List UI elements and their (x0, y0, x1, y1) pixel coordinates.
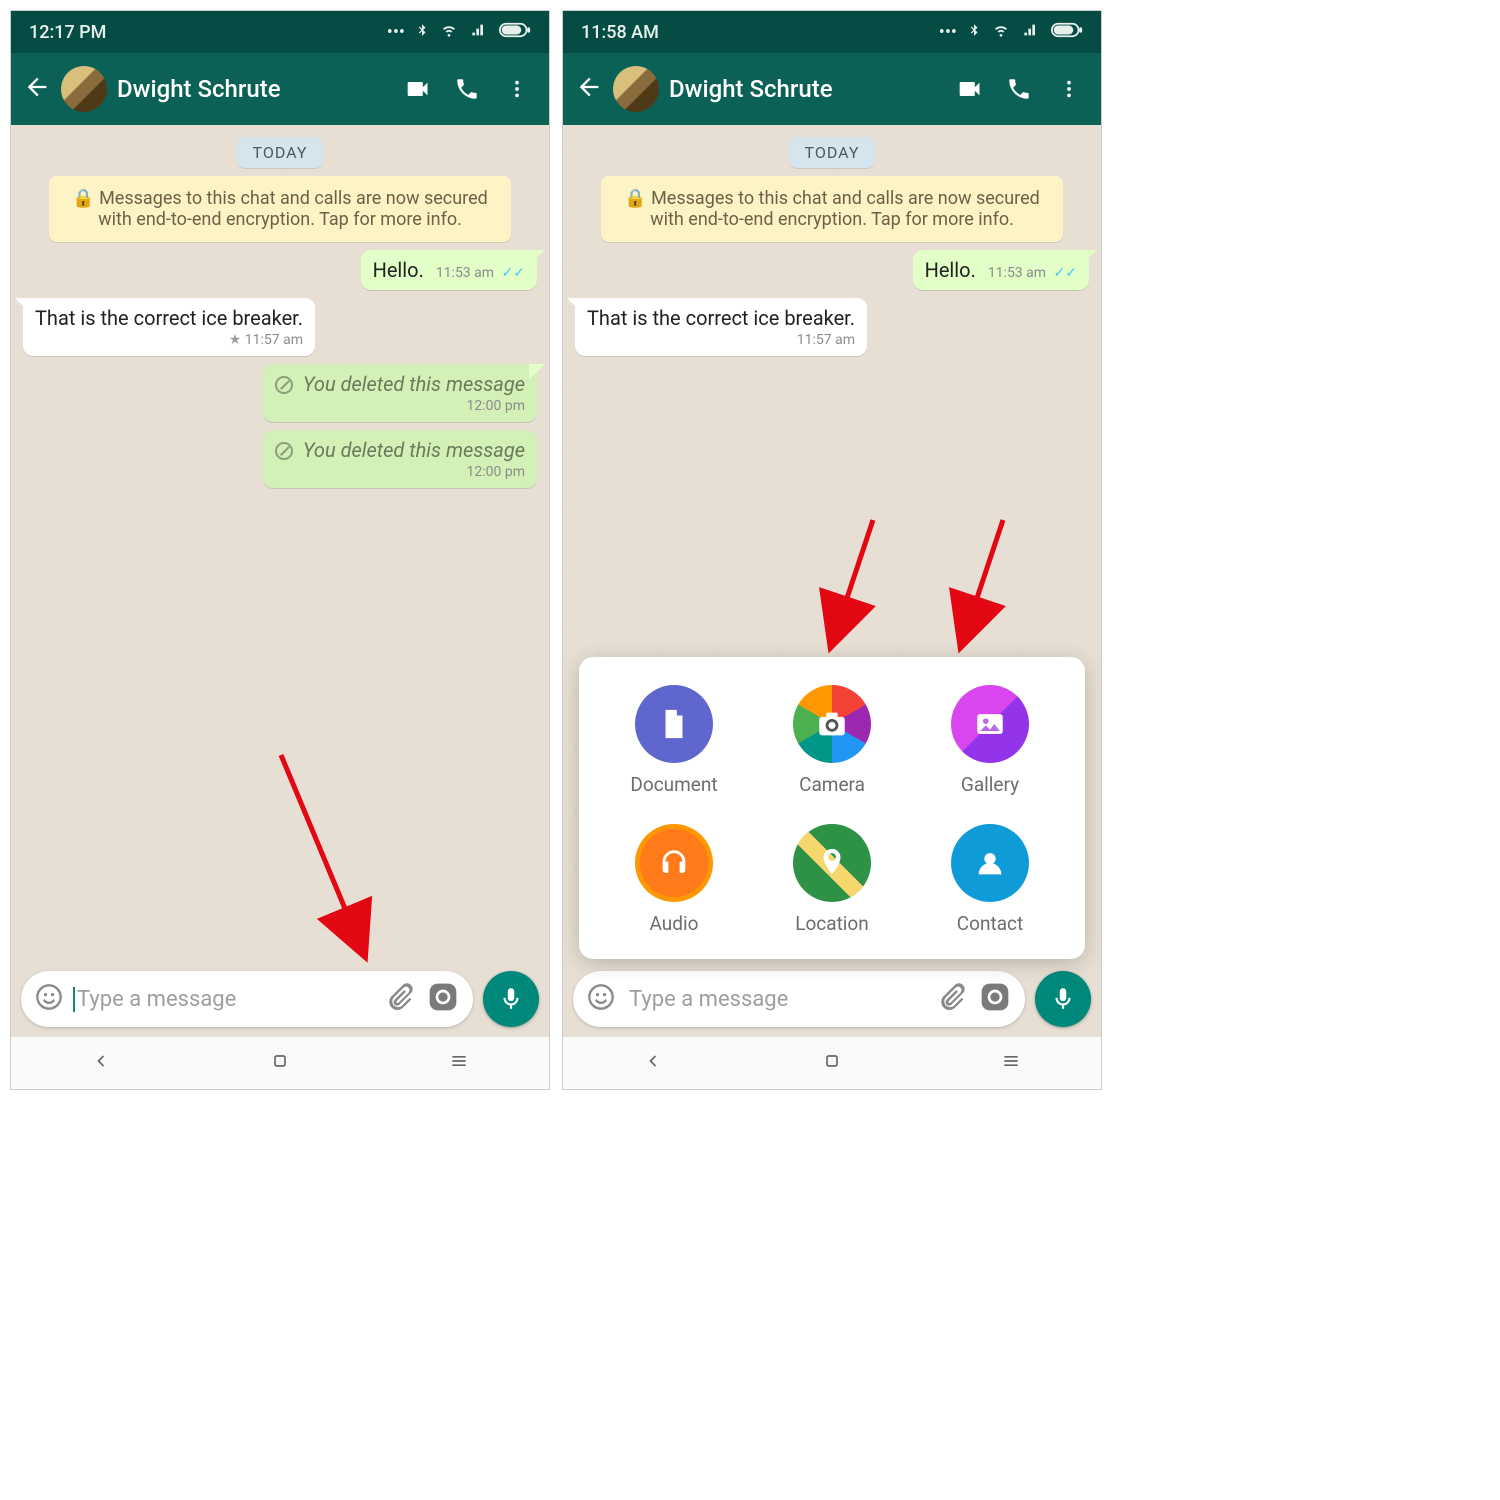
chat-area: TODAY 🔒 Messages to this chat and calls … (11, 125, 549, 500)
input-row: Type a message (21, 971, 539, 1027)
signal-icon (1021, 22, 1041, 43)
attach-document[interactable]: Document (595, 685, 753, 796)
input-placeholder: Type a message (629, 987, 923, 1012)
mic-button[interactable] (483, 971, 539, 1027)
annotation-arrow (943, 510, 1023, 654)
annotation-arrow (813, 510, 893, 654)
nav-home-icon[interactable] (270, 1051, 290, 1075)
wifi-icon (991, 22, 1011, 43)
message-in[interactable]: That is the correct ice breaker. ★ 11:57… (23, 298, 315, 356)
input-placeholder: Type a message (77, 987, 371, 1012)
camera-input-icon[interactable] (979, 981, 1011, 1017)
signal-icon (469, 22, 489, 43)
voice-call-icon[interactable] (447, 76, 487, 102)
nav-back-icon[interactable] (643, 1051, 663, 1075)
status-icons: ••• (939, 21, 1083, 44)
battery-icon (1051, 22, 1083, 43)
more-dots-icon: ••• (387, 22, 405, 43)
deleted-icon (275, 442, 293, 460)
nav-home-icon[interactable] (822, 1051, 842, 1075)
video-call-icon[interactable] (397, 75, 437, 103)
voice-call-icon[interactable] (999, 76, 1039, 102)
contact-icon (951, 824, 1029, 902)
nav-recents-icon[interactable] (449, 1051, 469, 1075)
attach-gallery[interactable]: Gallery (911, 685, 1069, 796)
more-dots-icon: ••• (939, 22, 957, 43)
gallery-icon (951, 685, 1029, 763)
overflow-menu-icon[interactable] (1049, 78, 1089, 100)
message-time: 11:53 am (436, 265, 494, 281)
lock-icon: 🔒 (72, 188, 94, 209)
document-icon (635, 685, 713, 763)
emoji-icon[interactable] (35, 983, 63, 1015)
attach-audio[interactable]: Audio (595, 824, 753, 935)
back-icon[interactable] (575, 73, 603, 105)
app-bar: Dwight Schrute (563, 53, 1101, 125)
attach-contact[interactable]: Contact (911, 824, 1069, 935)
phone-screenshot-left: 12:17 PM ••• Dwight Schrute (10, 10, 550, 1090)
contact-name[interactable]: Dwight Schrute (117, 75, 387, 103)
attachment-panel: Document Camera Gallery Audio Location (579, 657, 1085, 959)
phone-screenshot-right: 11:58 AM ••• Dwight Schrute (562, 10, 1102, 1090)
nav-bar (11, 1037, 549, 1089)
mic-button[interactable] (1035, 971, 1091, 1027)
message-out[interactable]: Hello. 11:53 am ✓✓ (913, 250, 1089, 290)
message-time: 11:57 am (587, 332, 855, 348)
encryption-notice[interactable]: 🔒 Messages to this chat and calls are no… (49, 176, 512, 242)
chat-area: TODAY 🔒 Messages to this chat and calls … (563, 125, 1101, 368)
attach-icon[interactable] (385, 983, 413, 1015)
message-input[interactable]: Type a message (21, 971, 473, 1027)
starred-icon: ★ (229, 332, 242, 348)
nav-recents-icon[interactable] (1001, 1051, 1021, 1075)
video-call-icon[interactable] (949, 75, 989, 103)
nav-bar (563, 1037, 1101, 1089)
bluetooth-icon (415, 21, 429, 44)
avatar[interactable] (61, 66, 107, 112)
overflow-menu-icon[interactable] (497, 78, 537, 100)
message-time: 11:53 am (988, 265, 1046, 281)
message-deleted[interactable]: You deleted this message 12:00 pm (263, 364, 537, 422)
battery-icon (499, 22, 531, 43)
deleted-icon (275, 376, 293, 394)
app-bar: Dwight Schrute (11, 53, 549, 125)
back-icon[interactable] (23, 73, 51, 105)
date-chip: TODAY (237, 137, 324, 168)
status-bar: 11:58 AM ••• (563, 11, 1101, 53)
annotation-arrow (271, 745, 391, 969)
nav-back-icon[interactable] (91, 1051, 111, 1075)
message-time: 12:00 pm (275, 398, 525, 414)
wifi-icon (439, 22, 459, 43)
attach-icon[interactable] (937, 983, 965, 1015)
message-time: 12:00 pm (275, 464, 525, 480)
read-receipt-icon: ✓✓ (502, 265, 525, 281)
read-receipt-icon: ✓✓ (1054, 265, 1077, 281)
input-row: Type a message (573, 971, 1091, 1027)
message-time: 11:57 am (245, 332, 303, 348)
camera-icon (793, 685, 871, 763)
encryption-notice[interactable]: 🔒 Messages to this chat and calls are no… (601, 176, 1064, 242)
contact-name[interactable]: Dwight Schrute (669, 75, 939, 103)
message-input[interactable]: Type a message (573, 971, 1025, 1027)
attach-location[interactable]: Location (753, 824, 911, 935)
lock-icon: 🔒 (624, 188, 646, 209)
location-icon (793, 824, 871, 902)
headphones-icon (635, 824, 713, 902)
bluetooth-icon (967, 21, 981, 44)
status-time: 12:17 PM (29, 22, 387, 43)
avatar[interactable] (613, 66, 659, 112)
status-time: 11:58 AM (581, 22, 939, 43)
message-in[interactable]: That is the correct ice breaker. 11:57 a… (575, 298, 867, 356)
status-icons: ••• (387, 21, 531, 44)
message-deleted[interactable]: You deleted this message 12:00 pm (263, 430, 537, 488)
message-out[interactable]: Hello. 11:53 am ✓✓ (361, 250, 537, 290)
emoji-icon[interactable] (587, 983, 615, 1015)
attach-camera[interactable]: Camera (753, 685, 911, 796)
camera-input-icon[interactable] (427, 981, 459, 1017)
status-bar: 12:17 PM ••• (11, 11, 549, 53)
date-chip: TODAY (789, 137, 876, 168)
